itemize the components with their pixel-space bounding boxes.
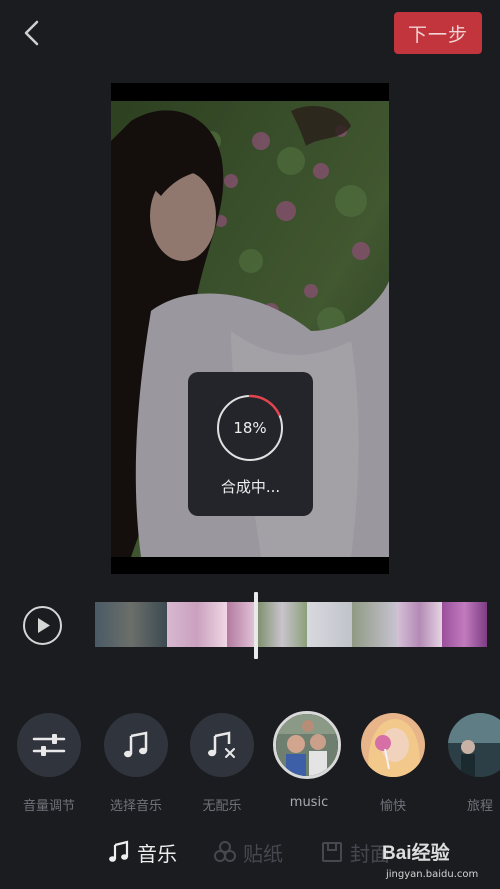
timeline-strip[interactable] [95,602,487,647]
tool-label-journey: 旅程 [466,799,493,814]
timeline-frame [227,602,257,647]
playhead[interactable] [254,592,258,659]
tool-label-volume: 音量调节 [22,799,75,814]
sliders-icon [32,734,66,756]
next-step-button[interactable]: 下一步 [394,12,482,54]
tool-label-happy: 愉快 [379,799,406,814]
tab-sticker-label: 贴纸 [243,841,283,866]
music-note-icon [109,840,129,862]
tab-music[interactable]: 音乐 [107,832,177,872]
timeline-frame [167,602,227,647]
back-button[interactable] [18,18,48,48]
timeline-frame [397,602,442,647]
watermark-url: jingyan.baidu.com [386,869,479,880]
sticker-icon [214,841,236,862]
watermark-logo-text: Bai经验 [382,843,450,864]
play-icon [23,606,62,645]
timeline-frame [95,602,167,647]
play-button[interactable] [22,605,63,646]
progress-dialog: 18% 合成中... [188,372,313,516]
progress-status: 合成中... [220,478,281,496]
no-music-button[interactable] [190,713,254,777]
music-template-thumbnail[interactable] [273,711,341,779]
happy-thumbnail-image [361,713,425,777]
music-off-icon [208,731,235,758]
progress-percent: 18% [233,419,267,437]
tab-sticker[interactable]: 贴纸 [213,832,283,872]
video-preview[interactable]: 18% 合成中... [111,83,389,574]
timeline-frame [307,602,352,647]
music-note-icon [124,731,148,758]
volume-adjust-button[interactable] [17,713,81,777]
tool-label-music: music [289,795,329,810]
tab-music-label: 音乐 [137,841,177,866]
cover-icon [322,842,342,862]
tool-label-choose-music: 选择音乐 [109,799,162,814]
journey-template-thumbnail[interactable] [448,713,500,777]
happy-template-thumbnail[interactable] [361,713,425,777]
timeline-frame [442,602,487,647]
timeline-frame [257,602,307,647]
choose-music-button[interactable] [104,713,168,777]
music-thumbnail-image [276,714,338,776]
tool-label-no-music: 无配乐 [202,799,242,814]
journey-thumbnail-image [448,713,500,777]
back-arrow-icon [24,20,39,46]
timeline-frame [352,602,397,647]
baidu-jingyan-watermark: Bai经验 jingyan.baidu.com [380,832,498,886]
